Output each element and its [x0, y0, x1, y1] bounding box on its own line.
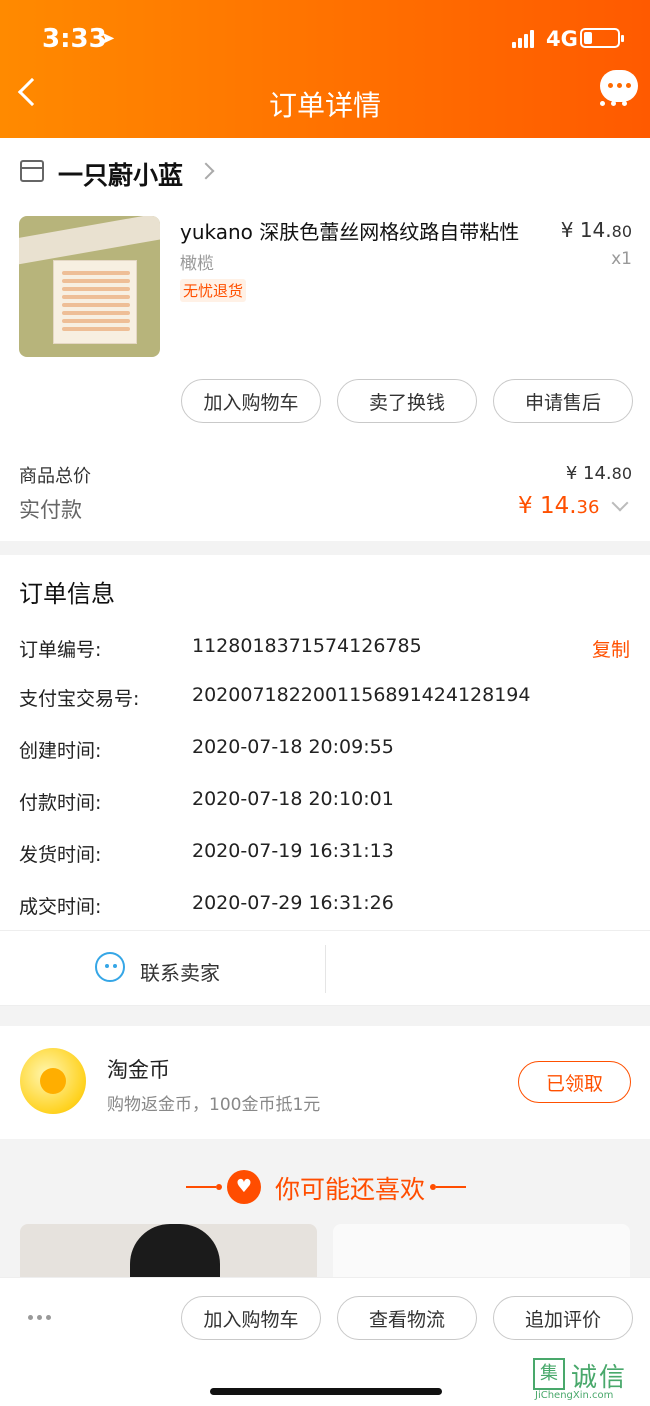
alipay-trade-value: 2020071822001156891424128194 — [192, 684, 531, 706]
alipay-trade-label: 支付宝交易号: — [19, 688, 140, 710]
goods-total-value: ¥ 14.80 — [565, 463, 632, 484]
recommend-card-placeholder[interactable] — [333, 1224, 630, 1284]
coins-description: 购物返金币，100金币抵1元 — [107, 1095, 321, 1115]
more-menu-dots[interactable] — [600, 101, 627, 106]
product-name[interactable]: yukano 深肤色蕾丝网格纹路自带粘性 — [180, 216, 519, 245]
recommend-title: 你可能还喜欢 — [274, 1175, 425, 1204]
order-number-label: 订单编号: — [19, 639, 102, 661]
add-to-cart-button[interactable]: 加入购物车 — [181, 379, 321, 423]
bottom-action-bar: 加入购物车 查看物流 追加评价 集 诚信 JiChengXin.com — [0, 1277, 650, 1406]
view-logistics-button[interactable]: 查看物流 — [337, 1296, 477, 1340]
message-icon[interactable] — [600, 70, 638, 102]
coins-title: 淘金币 — [107, 1058, 170, 1082]
return-badge: 无忧退货 — [180, 279, 247, 302]
resell-button[interactable]: 卖了换钱 — [337, 379, 477, 423]
order-info-title: 订单信息 — [19, 580, 115, 608]
paid-time-value: 2020-07-18 20:10:01 — [192, 788, 394, 810]
recommend-card-image[interactable] — [20, 1224, 317, 1284]
created-time-value: 2020-07-18 20:09:55 — [192, 736, 394, 758]
paid-time-label: 付款时间: — [19, 792, 102, 814]
signal-icon — [512, 30, 538, 48]
product-thumbnail[interactable] — [19, 216, 160, 357]
network-label: 4G — [546, 27, 578, 51]
divider — [325, 945, 326, 993]
home-indicator — [210, 1388, 442, 1395]
shipped-time-label: 发货时间: — [19, 844, 102, 866]
battery-icon — [580, 28, 624, 48]
contact-seller-button[interactable]: 联系卖家 — [140, 957, 220, 986]
product-sku: 橄榄 — [180, 254, 214, 274]
customer-service-icon[interactable] — [95, 952, 125, 982]
closed-time-value: 2020-07-29 16:31:26 — [192, 892, 394, 914]
watermark-logo: 集 诚信 JiChengXin.com — [533, 1358, 645, 1402]
goods-total-label: 商品总价 — [19, 466, 91, 487]
app-header: 3:33 ➤ 4G 订单详情 — [0, 0, 650, 138]
shop-name[interactable]: 一只蔚小蓝 — [58, 156, 183, 192]
created-time-label: 创建时间: — [19, 740, 102, 762]
title-dash-right — [430, 1184, 466, 1190]
status-time: 3:33 — [42, 24, 107, 54]
product-quantity: x1 — [611, 249, 632, 269]
shipped-time-value: 2020-07-19 16:31:13 — [192, 840, 394, 862]
contact-seller-row: 联系卖家 — [0, 930, 650, 1006]
order-number-value: 1128018371574126785 — [192, 635, 422, 657]
paid-amount-label: 实付款 — [19, 498, 82, 522]
gold-coin-icon — [20, 1048, 86, 1114]
bottom-add-to-cart-button[interactable]: 加入购物车 — [181, 1296, 321, 1340]
after-sales-button[interactable]: 申请售后 — [493, 379, 633, 423]
location-arrow-icon: ➤ — [100, 28, 116, 49]
paid-amount-value: ¥ 14.36 — [518, 493, 600, 519]
page-title: 订单详情 — [268, 89, 381, 122]
add-review-button[interactable]: 追加评价 — [493, 1296, 633, 1340]
coins-claimed-button[interactable]: 已领取 — [518, 1061, 631, 1103]
copy-order-number-link[interactable]: 复制 — [592, 635, 630, 662]
shop-icon — [20, 160, 44, 182]
product-price: ¥ 14.80 — [560, 218, 632, 242]
more-icon[interactable] — [28, 1315, 51, 1320]
closed-time-label: 成交时间: — [19, 896, 102, 918]
